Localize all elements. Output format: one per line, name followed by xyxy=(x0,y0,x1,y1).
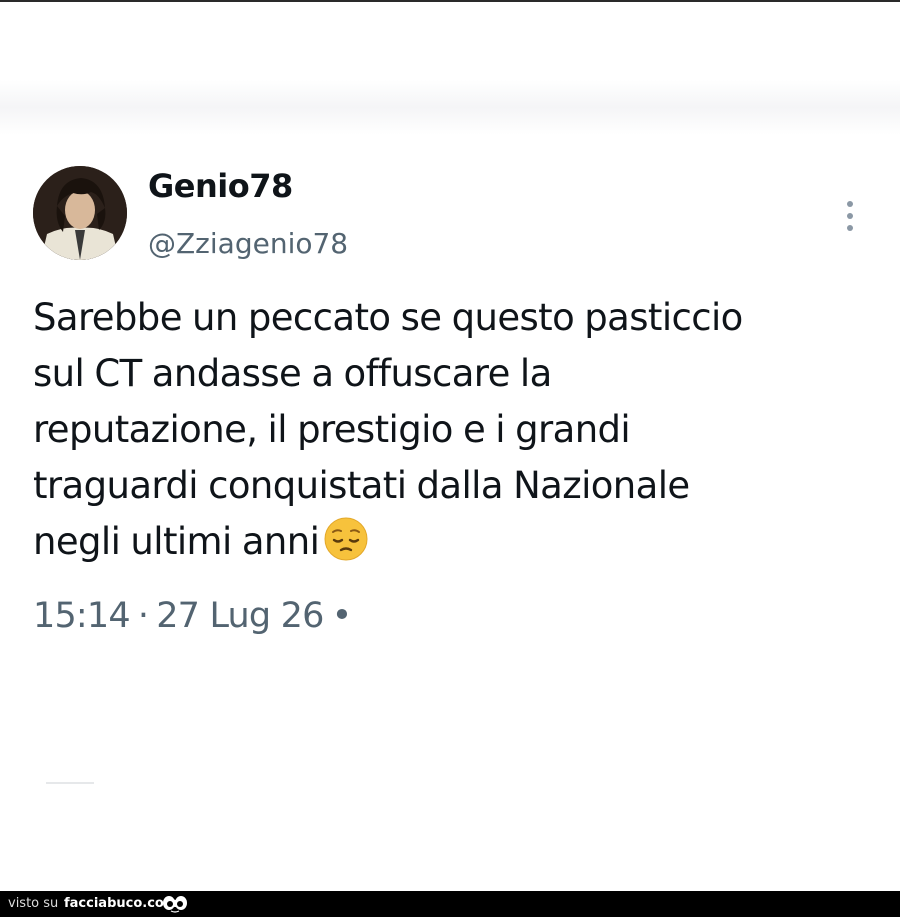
pensive-face-icon xyxy=(323,516,369,562)
separator: · xyxy=(137,596,149,636)
top-border xyxy=(0,0,900,2)
tweet-text-line-last: negli ultimi anni xyxy=(33,514,883,570)
display-name[interactable]: Genio78 xyxy=(148,166,293,206)
avatar[interactable] xyxy=(33,166,127,260)
faint-divider xyxy=(46,782,94,784)
blurred-header-region xyxy=(0,80,900,135)
separator: • xyxy=(331,596,353,636)
tweet-text-line: Sarebbe un peccato se questo pasticcio xyxy=(33,296,743,339)
tweet-time[interactable]: 15:14 xyxy=(33,596,131,636)
eyes-logo-icon xyxy=(162,895,188,913)
vertical-ellipsis-icon[interactable] xyxy=(838,198,862,234)
watermark-site[interactable]: facciabuco.com xyxy=(64,891,177,917)
tweet-text-line: negli ultimi anni xyxy=(33,520,320,563)
tweet-text-line: sul CT andasse a offuscare la xyxy=(33,352,552,395)
tweet-date[interactable]: 27 Lug 26 xyxy=(156,596,324,636)
user-handle[interactable]: @Zziagenio78 xyxy=(148,225,348,263)
watermark-prefix: visto su xyxy=(8,896,59,911)
tweet-metadata: 15:14 · 27 Lug 26 • xyxy=(33,592,359,640)
tweet-text-line: traguardi conquistati dalla Nazionale xyxy=(33,464,690,507)
tweet-text: Sarebbe un peccato se questo pasticcio s… xyxy=(33,290,883,570)
watermark-footer: visto su facciabuco.com xyxy=(0,891,900,917)
tweet-text-line: reputazione, il prestigio e i grandi xyxy=(33,408,631,451)
